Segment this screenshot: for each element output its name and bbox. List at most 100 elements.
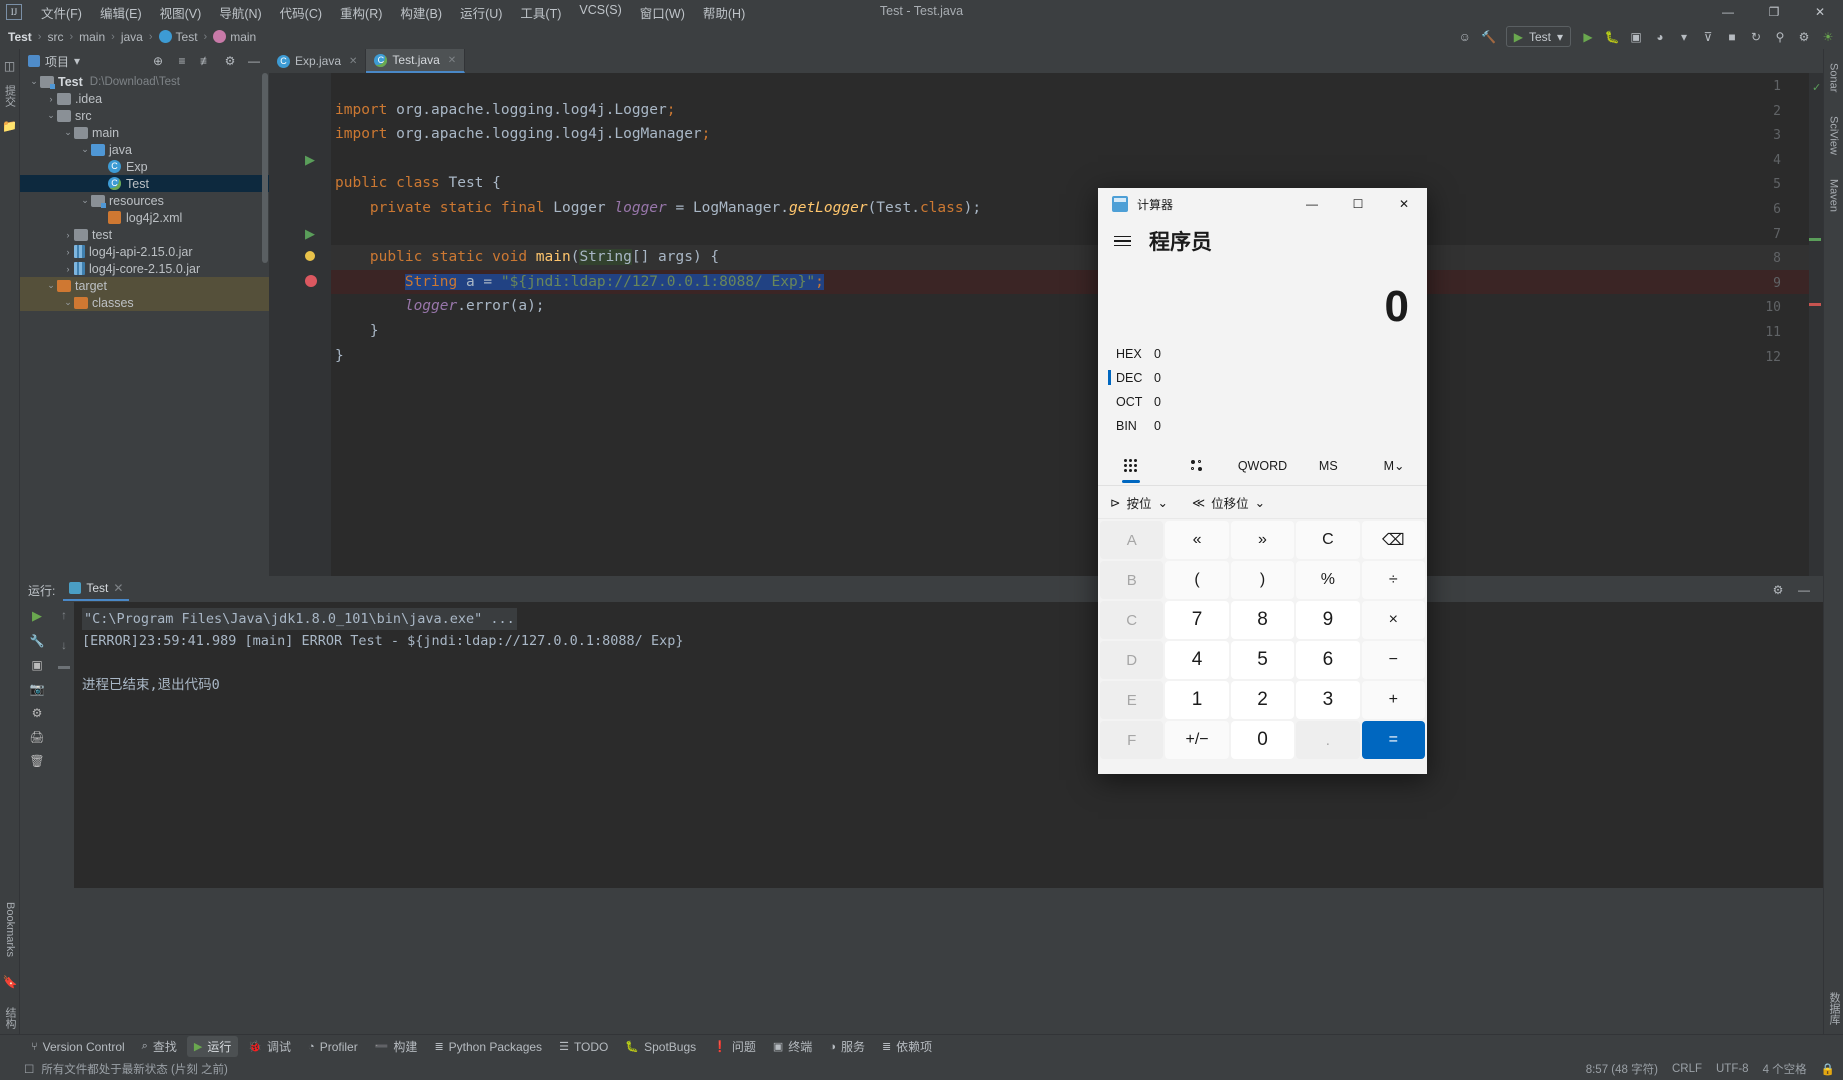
calc-key-b[interactable]: B [1100, 561, 1164, 599]
trash-icon[interactable]: 🗑 [29, 754, 44, 768]
calc-key-close-paren[interactable]: ) [1230, 561, 1295, 599]
print-icon[interactable]: 🖨 [29, 730, 44, 744]
breadcrumb-item-src[interactable]: src [47, 30, 63, 44]
chevron-down-icon[interactable]: ⌄ [62, 127, 74, 138]
bottom-spotbugs[interactable]: 🐛 SpotBugs [618, 1038, 703, 1056]
editor-gutter[interactable] [269, 73, 331, 576]
right-tab-maven[interactable]: Maven [1826, 173, 1842, 218]
folder-tool-icon[interactable]: 📁 [1, 117, 19, 135]
calc-bitwise-menu[interactable]: ⊳ 按位 ⌄ [1110, 493, 1168, 512]
run-gutter-icon[interactable]: ▶ [305, 152, 319, 167]
tree-node-exp[interactable]: C Exp [20, 158, 269, 175]
tree-node-target[interactable]: ⌄ target [20, 277, 269, 294]
close-icon[interactable]: ✕ [349, 56, 357, 67]
calc-key-subtract[interactable]: − [1361, 641, 1425, 679]
calc-key-4[interactable]: 4 [1165, 641, 1229, 679]
bottom-debug[interactable]: 🐞 调试 [241, 1036, 298, 1057]
calc-radix-bin[interactable]: BIN 0 [1116, 414, 1427, 438]
hamburger-icon[interactable] [1114, 235, 1131, 247]
maximize-button[interactable]: ❐ [1751, 0, 1797, 24]
chevron-right-icon[interactable]: › [62, 230, 74, 240]
editor-tab-test-java[interactable]: C Test.java ✕ [366, 49, 466, 73]
calc-key-a[interactable]: A [1100, 521, 1164, 559]
tree-node-test[interactable]: C Test [20, 175, 269, 192]
line-separator[interactable]: CRLF [1672, 1063, 1702, 1075]
tree-node-test[interactable]: ⌄ Test D:\Download\Test [20, 73, 269, 90]
calc-key-divide[interactable]: ÷ [1361, 561, 1425, 599]
rerun-icon[interactable]: ▶ [32, 608, 42, 624]
calc-key-3[interactable]: 3 [1296, 681, 1360, 719]
calc-key-1[interactable]: 1 [1165, 681, 1229, 719]
soft-wrap-icon[interactable] [58, 666, 70, 669]
stop-icon[interactable]: ■ [1721, 26, 1743, 47]
chevron-right-icon[interactable]: › [62, 264, 74, 274]
calc-word-size[interactable]: QWORD [1230, 446, 1296, 485]
intention-bulb-icon[interactable] [305, 250, 319, 264]
scroll-down-icon[interactable]: ↓ [54, 638, 74, 652]
console-output[interactable]: "C:\Program Files\Java\jdk1.8.0_101\bin\… [74, 602, 1823, 888]
update-icon[interactable]: ↻ [1745, 26, 1767, 47]
breadcrumb-item-main[interactable]: main [79, 30, 105, 44]
bottom-version-control[interactable]: ⑂ Version Control [24, 1038, 132, 1056]
menu-edit[interactable]: 编辑(E) [91, 0, 151, 25]
lock-icon[interactable]: 🔒 [1821, 1062, 1835, 1076]
calc-key-lshift[interactable]: « [1165, 521, 1229, 559]
menu-tools[interactable]: 工具(T) [511, 0, 570, 25]
left-tab-commit[interactable]: 提交 [0, 79, 20, 113]
chevron-right-icon[interactable]: › [62, 247, 74, 257]
project-tree-scrollbar[interactable] [262, 73, 268, 263]
tree-node-.idea[interactable]: › .idea [20, 90, 269, 107]
calc-key-c[interactable]: C [1100, 601, 1164, 639]
calc-memory-menu[interactable]: M⌄ [1361, 446, 1427, 485]
file-encoding[interactable]: UTF-8 [1716, 1063, 1749, 1075]
calc-key-negate[interactable]: +/− [1165, 721, 1229, 759]
tree-node-main[interactable]: ⌄ main [20, 124, 269, 141]
scroll-up-icon[interactable]: ↑ [54, 608, 74, 622]
ide-notify-icon[interactable]: ☀ [1817, 26, 1839, 47]
calc-key-backspace[interactable]: ⌫ [1361, 521, 1425, 559]
settings-icon[interactable]: ⚙ [1793, 26, 1815, 47]
bottom-build[interactable]: ➖ 构建 [368, 1036, 425, 1057]
calc-keypad-tab[interactable] [1098, 446, 1164, 485]
project-tool-icon[interactable]: ◫ [1, 57, 19, 75]
calc-close-button[interactable]: ✕ [1381, 188, 1427, 220]
calc-key-decimal[interactable]: . [1296, 721, 1360, 759]
caret-position[interactable]: 8:57 (48 字符) [1586, 1061, 1658, 1077]
chevron-down-icon[interactable]: ⌄ [62, 297, 74, 308]
chevron-down-icon[interactable]: ⌄ [28, 76, 40, 87]
menu-window[interactable]: 窗口(W) [631, 0, 694, 25]
hide-panel-icon[interactable]: — [243, 51, 265, 72]
thread-icon[interactable]: ⚙ [32, 706, 43, 720]
calc-key-9[interactable]: 9 [1296, 601, 1360, 639]
calc-minimize-button[interactable]: — [1289, 188, 1335, 220]
tree-node-resources[interactable]: ⌄ resources [20, 192, 269, 209]
user-icon[interactable]: ☺ [1454, 26, 1476, 47]
tree-node-log4j2.xml[interactable]: log4j2.xml [20, 209, 269, 226]
tree-node-log4j-api-2.15.0.jar[interactable]: › log4j-api-2.15.0.jar [20, 243, 269, 260]
tree-node-test[interactable]: › test [20, 226, 269, 243]
error-stripe-marker[interactable]: ✓ [1809, 73, 1823, 576]
calc-key-0[interactable]: 0 [1230, 721, 1295, 759]
bottom-run[interactable]: ▶ 运行 [186, 1036, 239, 1057]
calc-key-7[interactable]: 7 [1165, 601, 1229, 639]
calc-bitshift-menu[interactable]: ≪ 位移位 ⌄ [1192, 493, 1265, 512]
collapse-all-icon[interactable]: ≢ [195, 51, 217, 72]
tree-node-src[interactable]: ⌄ src [20, 107, 269, 124]
calc-radix-hex[interactable]: HEX 0 [1116, 342, 1427, 366]
debug-icon[interactable]: 🐛 [1601, 26, 1623, 47]
chevron-down-icon[interactable]: ⌄ [79, 144, 91, 155]
calc-key-open-paren[interactable]: ( [1165, 561, 1229, 599]
breadcrumb-item-test[interactable]: Test [8, 30, 32, 44]
gear-icon[interactable]: ⚙ [1767, 580, 1789, 601]
left-tab-bookmarks[interactable]: Bookmarks [2, 896, 18, 963]
bookmark-icon[interactable]: 🔖 [1, 973, 19, 991]
expand-all-icon[interactable]: ≡ [171, 51, 193, 72]
close-icon[interactable]: ✕ [448, 55, 456, 66]
calc-memory-store[interactable]: MS [1295, 446, 1361, 485]
tree-node-log4j-core-2.15.0.jar[interactable]: › log4j-core-2.15.0.jar [20, 260, 269, 277]
calc-key-d[interactable]: D [1100, 641, 1164, 679]
calc-key-mod[interactable]: % [1296, 561, 1360, 599]
bottom-problems[interactable]: ❗ 问题 [706, 1036, 763, 1057]
bottom-profiler[interactable]: ◔ Profiler [301, 1038, 365, 1056]
settings-icon[interactable]: 🔧 [30, 634, 45, 648]
